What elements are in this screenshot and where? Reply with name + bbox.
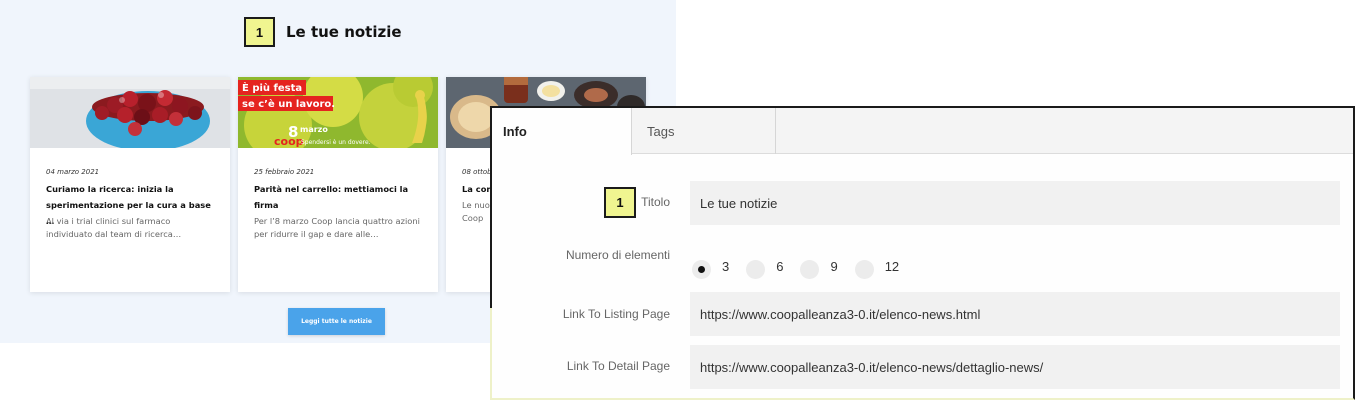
title-label: Titolo: [641, 195, 670, 209]
item-count-radio-group: 3 6 9 12: [692, 254, 916, 279]
radio-option-3[interactable]: 3: [692, 254, 729, 279]
detail-link-label: Link To Detail Page: [566, 359, 670, 373]
section-title: Le tue notizie: [286, 23, 402, 41]
number-badge: 1: [244, 17, 275, 47]
number-badge: 1: [604, 187, 636, 218]
radio-label: 6: [776, 258, 784, 274]
banner-line-1: È più festa: [242, 81, 302, 94]
news-card[interactable]: È più festa se c’è un lavoro. 8 marzo co…: [238, 77, 438, 292]
card-title[interactable]: Parità nel carrello: mettiamoci la firma: [254, 181, 426, 213]
dialog-border-fade: [490, 308, 492, 400]
section-header: 1 Le tue notizie: [244, 17, 402, 47]
radio-option-6[interactable]: 6: [746, 254, 783, 279]
radio-label: 9: [830, 258, 838, 274]
card-description: Al via i trial clinici sul farmaco indiv…: [46, 216, 182, 239]
radio-label: 12: [884, 258, 900, 274]
tab-info[interactable]: Info: [492, 108, 632, 155]
dialog-tabbar: Info Tags: [492, 108, 1353, 155]
banner-brand: coop: [274, 135, 304, 148]
listing-link-label: Link To Listing Page: [562, 307, 670, 321]
card-description: Per l’8 marzo Coop lancia quattro azioni…: [254, 216, 420, 239]
radio-button[interactable]: [854, 259, 874, 279]
item-count-label: Numero di elementi: [565, 248, 670, 262]
tab-tags[interactable]: Tags: [632, 108, 776, 154]
radio-button[interactable]: [746, 259, 766, 279]
detail-link-field[interactable]: https://www.coopalleanza3-0.it/elenco-ne…: [690, 345, 1340, 389]
8-marzo-coop-banner: È più festa se c’è un lavoro. 8 marzo co…: [238, 77, 438, 148]
cherries-bowl-photo: [30, 77, 230, 148]
radio-option-9[interactable]: 9: [800, 254, 838, 279]
radio-label: 3: [722, 258, 730, 274]
card-date: 04 marzo 2021: [46, 168, 100, 176]
banner-month: marzo: [300, 125, 328, 134]
title-field[interactable]: Le tue notizie: [690, 181, 1340, 225]
banner-line-2: se c’è un lavoro.: [242, 98, 335, 110]
listing-link-field[interactable]: https://www.coopalleanza3-0.it/elenco-ne…: [690, 292, 1340, 336]
radio-option-12[interactable]: 12: [854, 254, 900, 279]
read-all-news-button[interactable]: Leggi tutte le notizie: [288, 308, 385, 335]
component-edit-dialog: Info Tags 1 Titolo Le tue notizie Numero…: [490, 106, 1355, 400]
radio-button-checked[interactable]: [692, 259, 711, 279]
news-card[interactable]: 04 marzo 2021 Curiamo la ricerca: inizia…: [30, 77, 230, 292]
radio-button[interactable]: [800, 259, 820, 279]
banner-tagline: Spendersi è un dovere.: [301, 139, 371, 146]
card-date: 25 febbraio 2021: [254, 168, 315, 176]
